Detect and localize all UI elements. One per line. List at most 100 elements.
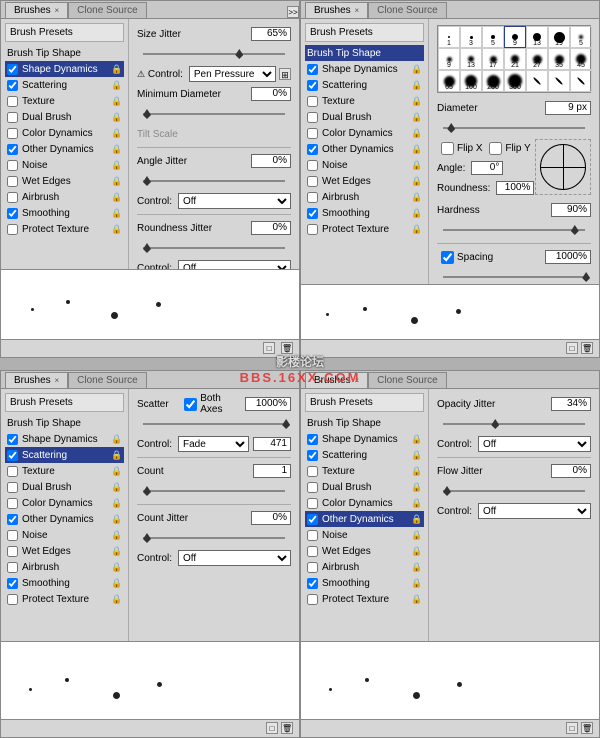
angle-jitter-slider[interactable]: [143, 175, 285, 187]
angle-value[interactable]: 0°: [471, 161, 503, 175]
flow-jitter-slider[interactable]: [443, 485, 585, 497]
diameter-value[interactable]: 9 px: [545, 101, 591, 115]
lock-icon[interactable]: [111, 144, 122, 155]
lock-icon[interactable]: [111, 96, 122, 107]
size-jitter-value[interactable]: 65%: [251, 27, 291, 41]
tab-brushes[interactable]: Brushes ×: [305, 2, 368, 18]
item-airbrush[interactable]: Airbrush: [5, 189, 124, 205]
lock-icon[interactable]: [111, 64, 122, 75]
brush-swatch[interactable]: 5: [482, 26, 504, 48]
flow-jitter-value[interactable]: 0%: [551, 464, 591, 478]
brush-presets-button[interactable]: Brush Presets: [305, 23, 424, 42]
scatter-value[interactable]: 1000%: [245, 397, 291, 411]
brush-swatch[interactable]: 300: [504, 70, 526, 92]
trash-icon[interactable]: 🗑: [581, 722, 593, 734]
count-slider[interactable]: [143, 485, 285, 497]
tab-brushes[interactable]: Brushes ×: [5, 372, 68, 388]
tab-clone-source[interactable]: Clone Source: [68, 372, 147, 388]
trash-icon[interactable]: 🗑: [281, 342, 293, 354]
item-scattering[interactable]: Scattering: [5, 77, 124, 93]
brush-swatch[interactable]: 45: [570, 48, 592, 70]
spacing-value[interactable]: 1000%: [545, 250, 591, 264]
brush-swatch[interactable]: 100: [460, 70, 482, 92]
tab-brushes[interactable]: Brushes ×: [5, 2, 68, 18]
brush-swatch[interactable]: 200: [482, 70, 504, 92]
lock-icon[interactable]: [111, 224, 122, 235]
opacity-control-select[interactable]: Off: [478, 436, 591, 452]
brush-swatch[interactable]: 35: [548, 48, 570, 70]
hardness-value[interactable]: 90%: [551, 203, 591, 217]
item-brush-tip[interactable]: Brush Tip Shape: [5, 45, 124, 61]
item-color-dynamics[interactable]: Color Dynamics: [5, 125, 124, 141]
both-axes-check[interactable]: [184, 398, 197, 411]
lock-icon[interactable]: [111, 160, 122, 171]
lock-icon[interactable]: [111, 128, 122, 139]
hardness-slider[interactable]: [443, 224, 585, 236]
item-noise[interactable]: Noise: [5, 157, 124, 173]
count-value[interactable]: 1: [253, 464, 291, 478]
flip-y-check[interactable]: [489, 142, 502, 155]
angle-widget[interactable]: [535, 139, 591, 195]
item-protect[interactable]: Protect Texture: [5, 221, 124, 237]
count-jitter-value[interactable]: 0%: [251, 511, 291, 525]
brush-swatch[interactable]: 1: [438, 26, 460, 48]
item-smoothing[interactable]: Smoothing: [5, 205, 124, 221]
brush-swatch[interactable]: 9: [504, 26, 526, 48]
item-other-dynamics[interactable]: Other Dynamics: [305, 511, 424, 527]
new-preset-icon[interactable]: □: [263, 342, 275, 354]
opacity-jitter-value[interactable]: 34%: [551, 397, 591, 411]
item-other-dynamics[interactable]: Other Dynamics: [5, 141, 124, 157]
brush-swatch[interactable]: 19: [548, 26, 570, 48]
diameter-slider[interactable]: [443, 122, 585, 134]
count-jitter-slider[interactable]: [143, 532, 285, 544]
brush-presets-button[interactable]: Brush Presets: [5, 23, 124, 42]
brush-swatch[interactable]: 5: [570, 26, 592, 48]
lock-icon[interactable]: [111, 112, 122, 123]
brush-presets-button[interactable]: Brush Presets: [5, 393, 124, 412]
lock-icon[interactable]: [111, 208, 122, 219]
dock-icon[interactable]: >>: [287, 6, 299, 18]
roundness-value[interactable]: 100%: [496, 181, 534, 195]
brush-swatch[interactable]: 17: [482, 48, 504, 70]
brush-swatch[interactable]: 3: [460, 26, 482, 48]
size-control-select[interactable]: Pen Pressure: [189, 66, 276, 82]
item-texture[interactable]: Texture: [5, 93, 124, 109]
scatter-control-select[interactable]: Fade: [178, 436, 249, 452]
fade-value[interactable]: 471: [253, 437, 291, 451]
spacing-check[interactable]: [441, 251, 454, 264]
brush-swatch[interactable]: 9: [438, 48, 460, 70]
tab-clone-source[interactable]: Clone Source: [368, 372, 447, 388]
lock-icon[interactable]: [111, 80, 122, 91]
brush-swatch[interactable]: 13: [526, 26, 548, 48]
tab-clone-source[interactable]: Clone Source: [68, 2, 147, 18]
scatter-slider[interactable]: [143, 418, 285, 430]
flow-control-select[interactable]: Off: [478, 503, 591, 519]
brush-swatch[interactable]: 65: [438, 70, 460, 92]
min-diameter-slider[interactable]: [143, 108, 285, 120]
tab-clone-source[interactable]: Clone Source: [368, 2, 447, 18]
brush-picker-grid[interactable]: 135913195913172127354565100200300: [437, 25, 591, 93]
brush-swatch[interactable]: 27: [526, 48, 548, 70]
lock-icon[interactable]: [111, 192, 122, 203]
round-jitter-slider[interactable]: [143, 242, 285, 254]
trash-icon[interactable]: 🗑: [281, 722, 293, 734]
brush-swatch[interactable]: 21: [504, 48, 526, 70]
new-preset-icon[interactable]: □: [266, 722, 278, 734]
lock-icon[interactable]: [111, 176, 122, 187]
brush-swatch[interactable]: 13: [460, 48, 482, 70]
item-shape-dynamics[interactable]: Shape Dynamics: [5, 61, 124, 77]
item-wet-edges[interactable]: Wet Edges: [5, 173, 124, 189]
size-jitter-slider[interactable]: [143, 48, 285, 60]
item-scattering[interactable]: Scattering: [5, 447, 124, 463]
spacing-slider[interactable]: [443, 271, 585, 283]
tab-brushes[interactable]: Brushes ×: [305, 372, 368, 388]
toggle-icon[interactable]: [279, 68, 291, 80]
count-jitter-control-select[interactable]: Off: [178, 550, 291, 566]
item-brush-tip[interactable]: Brush Tip Shape: [305, 45, 424, 61]
trash-icon[interactable]: 🗑: [581, 342, 593, 354]
new-preset-icon[interactable]: □: [566, 722, 578, 734]
angle-control-select[interactable]: Off: [178, 193, 291, 209]
opacity-jitter-slider[interactable]: [443, 418, 585, 430]
new-preset-icon[interactable]: □: [566, 342, 578, 354]
brush-presets-button[interactable]: Brush Presets: [305, 393, 424, 412]
